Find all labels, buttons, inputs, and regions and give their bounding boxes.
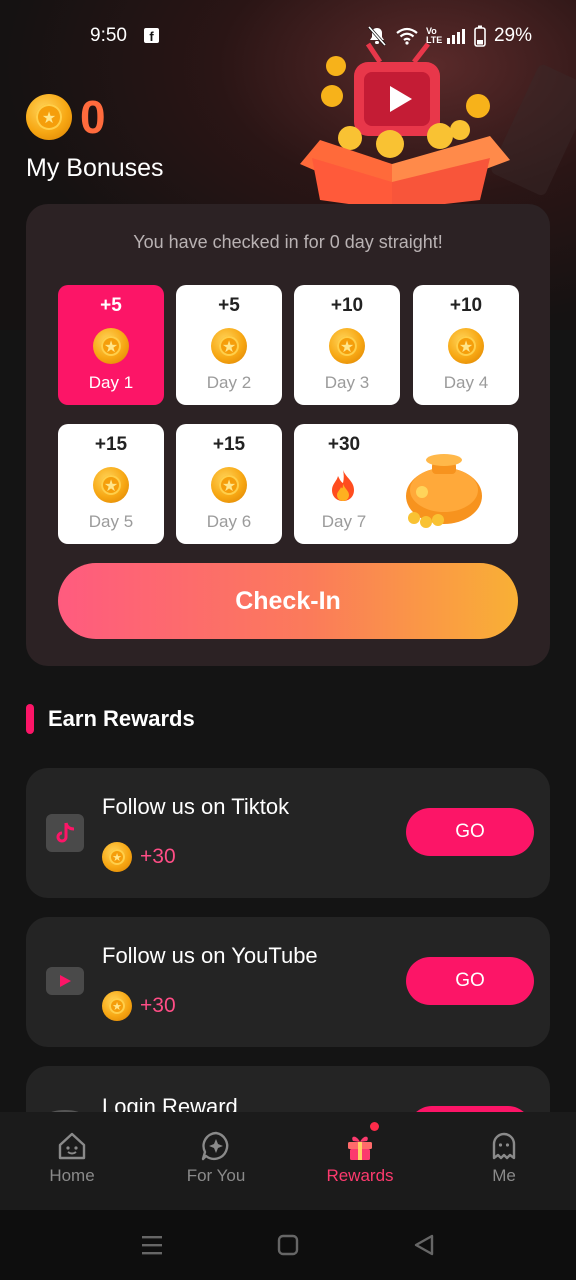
day-amount: +10 [449,295,483,316]
checkin-card: You have checked in for 0 day straight! … [26,204,550,666]
day-label: Day 5 [88,512,134,531]
check-in-button[interactable]: Check-In [58,563,518,639]
nav-me[interactable]: Me [432,1112,576,1210]
task-follow-youtube: Follow us on YouTube ★ +30 GO [26,917,550,1047]
gold-pot-icon [406,454,482,528]
day-6-tile[interactable]: +15 ★ Day 6 [176,424,282,544]
day-3-tile[interactable]: +10 ★ Day 3 [294,285,400,405]
home-button-icon[interactable] [274,1232,302,1258]
nav-label: Home [49,1166,95,1185]
task-login-reward: Login Reward [26,1066,550,1112]
day-label: Day 7 [321,512,367,531]
tiktok-icon [46,814,84,852]
system-navigation-bar [0,1210,576,1280]
bottom-navigation: Home For You Rewards Me [0,1112,576,1210]
fire-icon [332,470,354,501]
task-reward-value: +30 [140,994,176,1017]
home-icon [58,1132,86,1160]
day-1-tile[interactable]: +5 ★ Day 1 [58,285,164,405]
coin-icon: ★ [211,467,247,503]
coin-icon: ★ [93,467,129,503]
day-amount: +5 [100,295,122,316]
notification-dot [370,1122,379,1131]
day-amount: +5 [218,295,240,316]
gift-box-illustration [300,42,576,210]
task-title: Login Reward [102,1094,238,1112]
day-2-tile[interactable]: +5 ★ Day 2 [176,285,282,405]
task-reward: ★ +30 [102,842,176,872]
task-reward-value: +30 [140,845,176,868]
status-time: 9:50 [90,25,127,46]
day-7-tile[interactable]: +30 Day 7 [294,424,518,544]
nav-rewards[interactable]: Rewards [288,1112,432,1210]
bonus-coin-icon: ★ [26,94,72,140]
earn-rewards-title: Earn Rewards [48,706,195,731]
day-amount: +15 [94,434,128,455]
task-follow-tiktok: Follow us on Tiktok ★ +30 GO [26,768,550,898]
coin-icon: ★ [93,328,129,364]
nav-label: For You [186,1166,246,1185]
nav-for-you[interactable]: For You [144,1112,288,1210]
coin-icon: ★ [329,328,365,364]
coin-icon: ★ [448,328,484,364]
day-label: Day 3 [324,373,370,392]
day-amount: +30 [327,434,361,455]
day-label: Day 2 [206,373,252,392]
facebook-notification-icon: f [144,28,159,44]
rewards-gift-icon [348,1136,372,1160]
day-amount: +10 [330,295,364,316]
go-button[interactable]: GO [406,957,534,1005]
for-you-icon [201,1131,229,1161]
day-label: Day 1 [88,373,134,392]
coin-icon: ★ [102,991,132,1021]
nav-label: Rewards [326,1166,394,1185]
coin-icon: ★ [211,328,247,364]
go-button[interactable]: GO [406,808,534,856]
day-label: Day 4 [443,373,489,392]
section-accent-bar [26,704,34,734]
me-ghost-icon [492,1132,516,1160]
day-label: Day 6 [206,512,252,531]
nav-home[interactable]: Home [0,1112,144,1210]
bonus-balance: 0 [80,91,106,143]
day-amount: +15 [212,434,246,455]
coin-icon: ★ [102,842,132,872]
task-reward: ★ +30 [102,991,176,1021]
task-title: Follow us on YouTube [102,943,318,968]
back-icon[interactable] [410,1232,438,1258]
my-bonuses-title: My Bonuses [26,154,164,182]
youtube-icon [46,967,84,995]
day-4-tile[interactable]: +10 ★ Day 4 [413,285,519,405]
nav-label: Me [492,1166,516,1185]
recent-apps-icon[interactable] [138,1232,166,1258]
day-5-tile[interactable]: +15 ★ Day 5 [58,424,164,544]
streak-text: You have checked in for 0 day straight! [133,232,443,252]
task-title: Follow us on Tiktok [102,794,290,819]
